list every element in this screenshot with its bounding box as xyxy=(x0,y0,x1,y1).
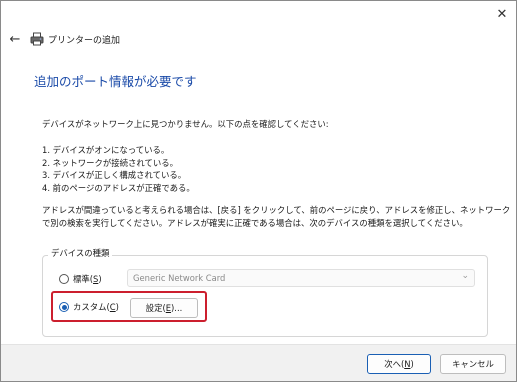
custom-radio-label: カスタム(C) xyxy=(73,302,119,312)
back-button[interactable]: ← xyxy=(4,29,26,49)
intro-text: デバイスがネットワーク上に見つかりません。以下の点を確認してください: xyxy=(42,119,329,129)
page-heading: 追加のポート情報が必要です xyxy=(34,74,197,89)
custom-radio-button[interactable] xyxy=(59,302,69,312)
device-type-label: デバイスの種類 xyxy=(48,247,113,259)
standard-device-select-value: Generic Network Card xyxy=(133,273,226,283)
checklist-item: 1. デバイスがオンになっている。 xyxy=(42,145,170,155)
checklist: 1. デバイスがオンになっている。 2. ネットワークが接続されている。 3. … xyxy=(42,144,502,194)
close-icon: ✕ xyxy=(496,6,508,22)
add-printer-dialog: ✕ ← プリンターの追加 追加のポート情報が必要です デバイスがネットワーク上に… xyxy=(0,0,517,382)
close-button[interactable]: ✕ xyxy=(489,3,515,25)
standard-radio-button[interactable] xyxy=(59,274,69,284)
back-arrow-icon: ← xyxy=(9,31,21,47)
explanation-line: で別の検索を実行してください。アドレスが確実に正確である場合は、次のデバイスの種… xyxy=(42,217,468,228)
chevron-down-icon: ⌄ xyxy=(461,271,469,281)
cancel-button[interactable]: キャンセル xyxy=(440,354,506,374)
explanation-text: アドレスが間違っていると考えられる場合は、[戻る] をクリックして、前のページに… xyxy=(42,204,511,229)
printer-icon xyxy=(30,32,44,46)
standard-radio-label: 標準(S) xyxy=(73,274,102,284)
dialog-footer xyxy=(1,344,516,381)
standard-device-select[interactable]: Generic Network Card ⌄ xyxy=(127,269,475,287)
settings-button[interactable]: 設定(E)... xyxy=(130,298,198,318)
checklist-item: 2. ネットワークが接続されている。 xyxy=(42,157,179,168)
checklist-item: 4. 前のページのアドレスが正確である。 xyxy=(42,182,195,193)
explanation-line: アドレスが間違っていると考えられる場合は、[戻る] をクリックして、前のページに… xyxy=(42,205,511,215)
checklist-item: 3. デバイスが正しく構成されている。 xyxy=(42,170,187,180)
window-title: プリンターの追加 xyxy=(48,36,121,46)
custom-radio[interactable]: カスタム(C) xyxy=(59,301,119,313)
next-button[interactable]: 次へ(N) xyxy=(367,354,431,374)
standard-radio[interactable]: 標準(S) xyxy=(59,273,102,285)
